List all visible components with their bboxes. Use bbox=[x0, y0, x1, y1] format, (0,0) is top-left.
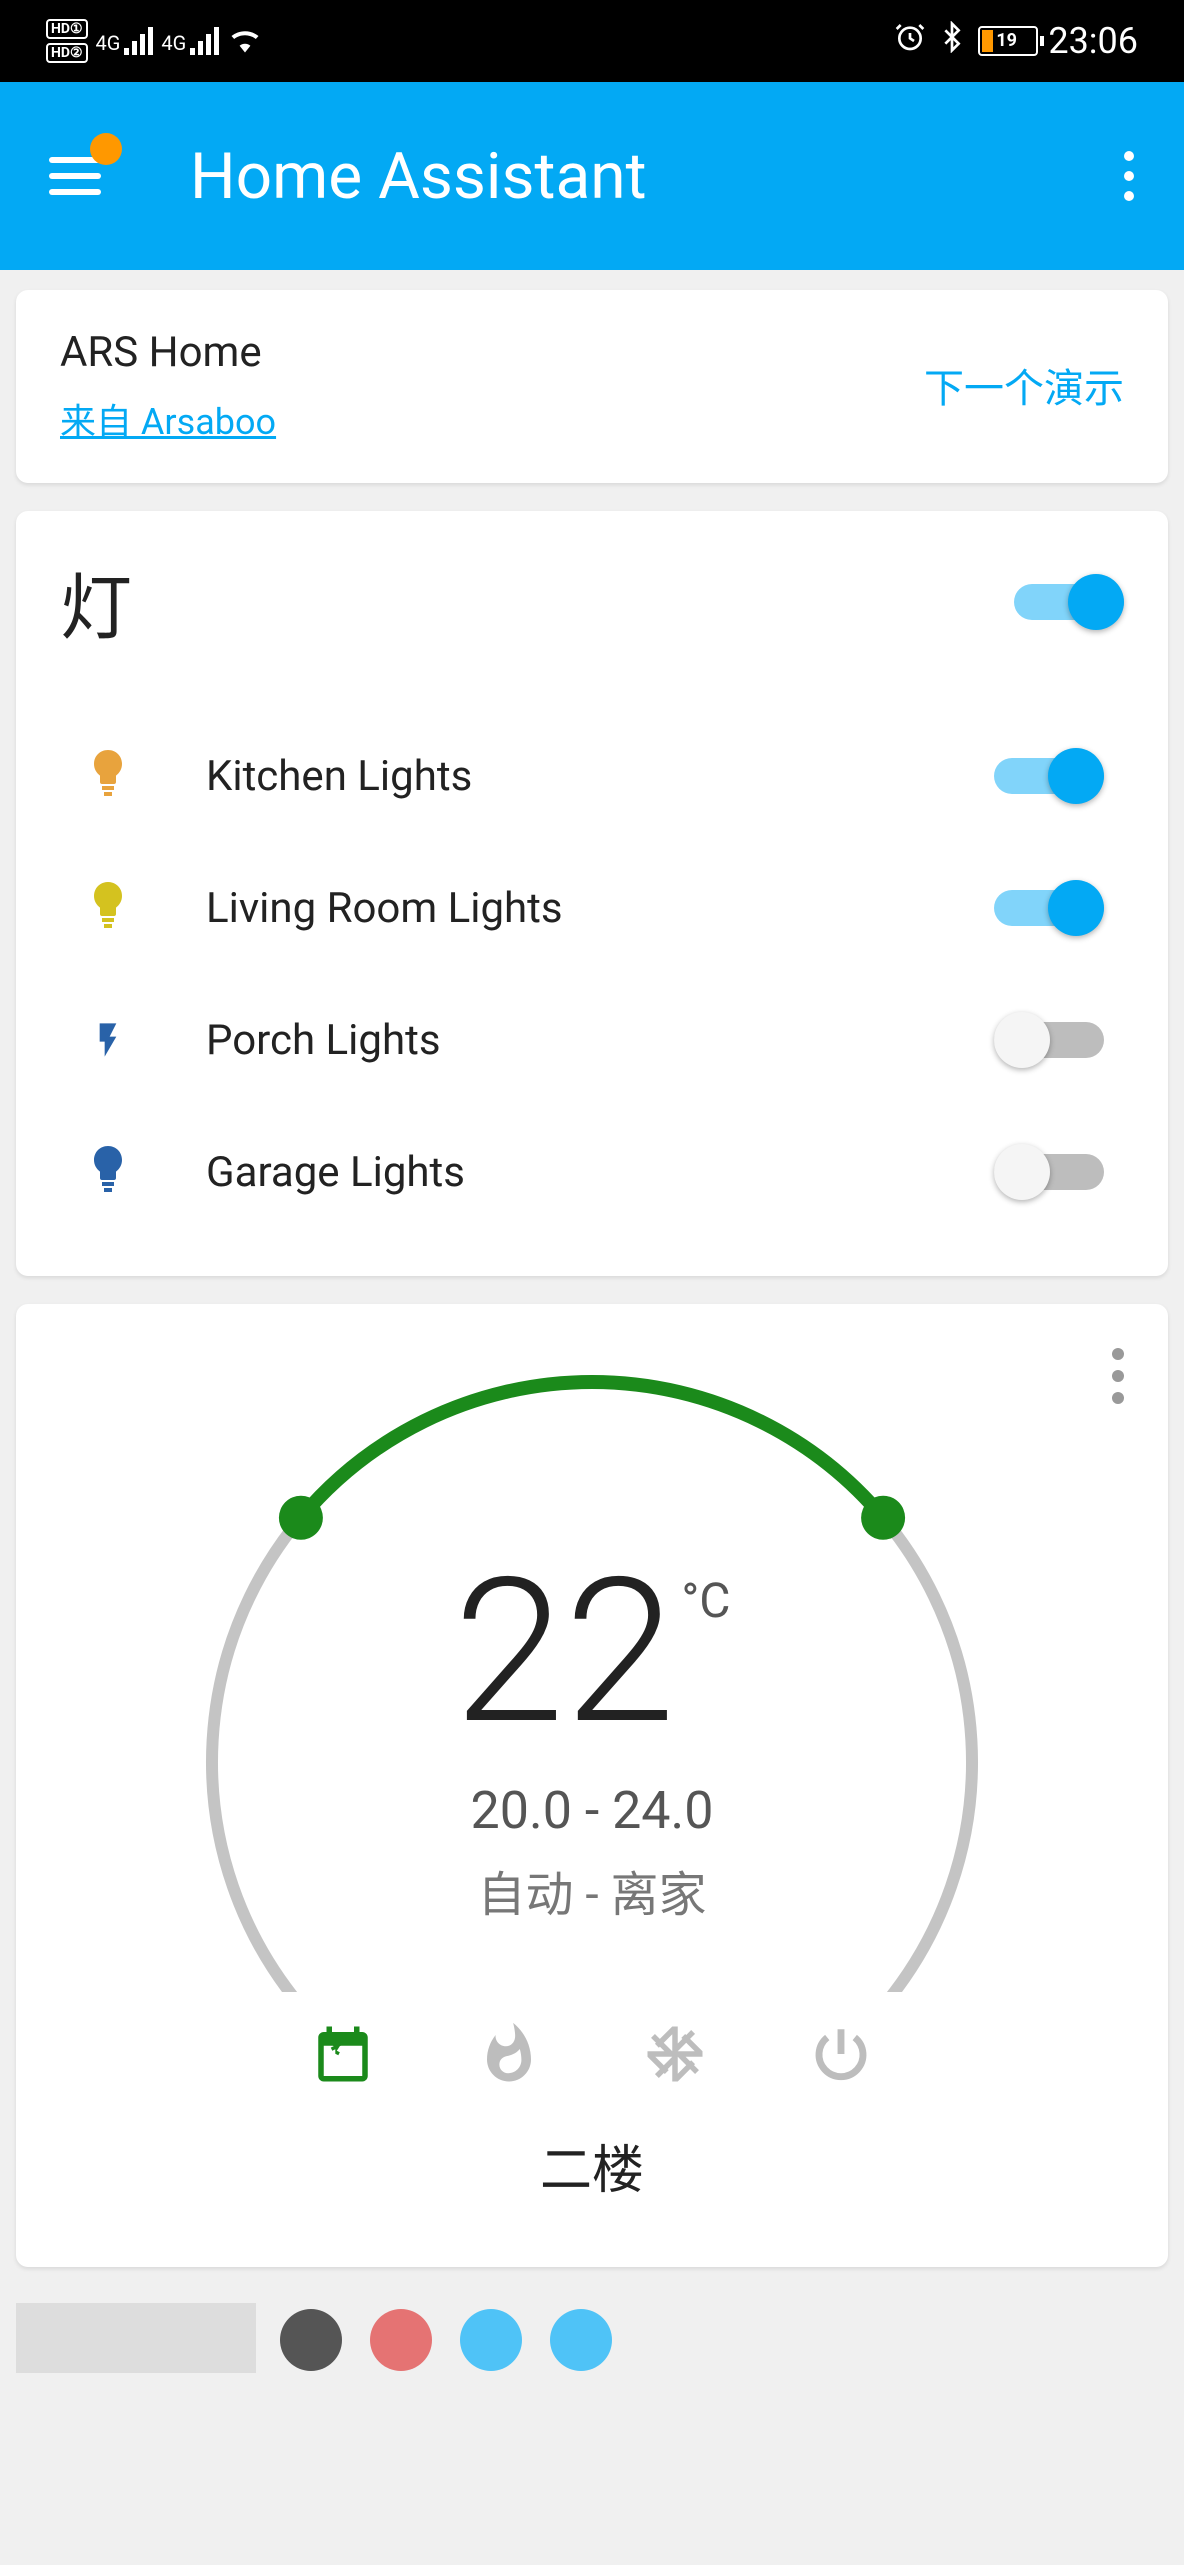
light-row: Kitchen Lights bbox=[60, 710, 1124, 842]
hd2-badge: HD② bbox=[46, 43, 88, 63]
mode-calendar-button[interactable] bbox=[307, 2020, 379, 2092]
light-switch[interactable] bbox=[994, 748, 1104, 804]
light-switch[interactable] bbox=[994, 880, 1104, 936]
light-row: Living Room Lights bbox=[60, 842, 1124, 974]
power-icon bbox=[808, 2021, 874, 2091]
light-label[interactable]: Kitchen Lights bbox=[206, 752, 924, 801]
footer-strip bbox=[16, 2303, 256, 2373]
signal-1: 4G bbox=[96, 27, 154, 55]
fire-icon bbox=[476, 2021, 542, 2091]
bulb-icon bbox=[80, 878, 136, 938]
bluetooth-icon bbox=[936, 20, 968, 62]
home-info-card: ARS Home 来自 Arsaboo 下一个演示 bbox=[16, 290, 1168, 483]
more-menu-button[interactable] bbox=[1114, 141, 1144, 211]
mode-fire-button[interactable] bbox=[473, 2020, 545, 2092]
light-switch[interactable] bbox=[994, 1012, 1104, 1068]
light-switch[interactable] bbox=[994, 1144, 1104, 1200]
snowflake-icon bbox=[642, 2021, 708, 2091]
light-label[interactable]: Porch Lights bbox=[206, 1016, 924, 1065]
mode-snowflake-button[interactable] bbox=[639, 2020, 711, 2092]
app-title: Home Assistant bbox=[190, 139, 1114, 214]
light-row: Garage Lights bbox=[60, 1106, 1124, 1238]
lights-heading: 灯 bbox=[60, 549, 132, 654]
calendar-icon bbox=[310, 2021, 376, 2091]
app-bar: Home Assistant bbox=[0, 82, 1184, 270]
thermostat-more-button[interactable] bbox=[1112, 1348, 1124, 1404]
next-demo-link[interactable]: 下一个演示 bbox=[924, 356, 1124, 414]
mode-power-button[interactable] bbox=[805, 2020, 877, 2092]
thermostat-card: 22 °C 20.0 - 24.0 自动 - 离家 二楼 bbox=[16, 1304, 1168, 2267]
thermostat-gauge[interactable]: 22 °C 20.0 - 24.0 自动 - 离家 bbox=[182, 1352, 1002, 1992]
home-title: ARS Home bbox=[60, 328, 276, 377]
hd1-badge: HD① bbox=[46, 19, 88, 39]
hamburger-icon bbox=[49, 157, 101, 195]
notification-dot-icon bbox=[90, 133, 122, 165]
wifi-icon bbox=[227, 21, 263, 62]
light-label[interactable]: Garage Lights bbox=[206, 1148, 924, 1197]
thermostat-temp: 22 bbox=[453, 1552, 675, 1752]
light-row: Porch Lights bbox=[60, 974, 1124, 1106]
thermostat-name: 二楼 bbox=[60, 2128, 1124, 2203]
phone-status-bar: HD① HD② 4G 4G 19 23:06 bbox=[0, 0, 1184, 82]
battery-icon: 19 bbox=[978, 26, 1038, 56]
thermostat-range: 20.0 - 24.0 bbox=[182, 1780, 1002, 1841]
signal-2: 4G bbox=[161, 27, 219, 55]
thermostat-status: 自动 - 离家 bbox=[182, 1855, 1002, 1925]
alarm-icon bbox=[894, 20, 926, 62]
footer-indicators bbox=[280, 2309, 612, 2371]
lights-master-switch[interactable] bbox=[1014, 574, 1124, 630]
flash-icon bbox=[80, 1010, 136, 1070]
home-author-link[interactable]: 来自 Arsaboo bbox=[60, 393, 276, 445]
status-time: 23:06 bbox=[1048, 20, 1138, 62]
menu-button[interactable] bbox=[40, 141, 110, 211]
lights-card: 灯 Kitchen Lights Living Room Lights Porc… bbox=[16, 511, 1168, 1276]
light-label[interactable]: Living Room Lights bbox=[206, 884, 924, 933]
bulb-icon bbox=[80, 746, 136, 806]
thermostat-unit: °C bbox=[681, 1572, 730, 1629]
bulb-icon bbox=[80, 1142, 136, 1202]
